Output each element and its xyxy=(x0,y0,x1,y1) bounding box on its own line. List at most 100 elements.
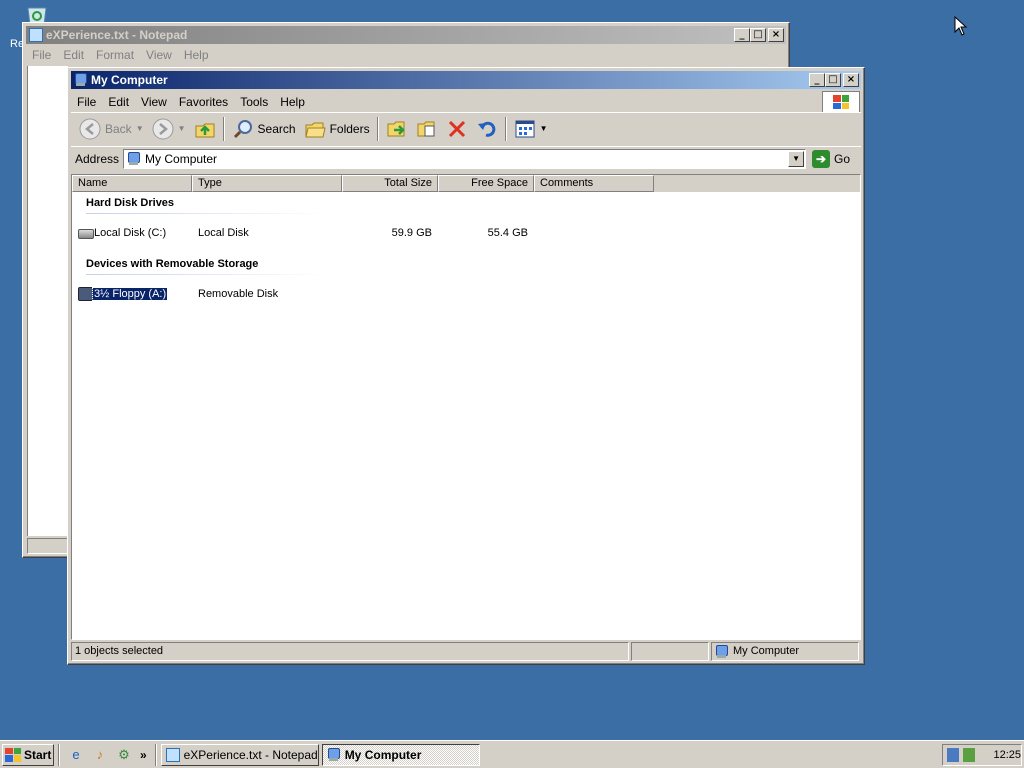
internet-explorer-icon[interactable]: e xyxy=(67,746,85,764)
menu-tools[interactable]: Tools xyxy=(234,95,274,109)
search-label: Search xyxy=(257,121,296,136)
up-folder-icon xyxy=(194,118,216,140)
start-label: Start xyxy=(24,747,52,762)
column-type[interactable]: Type xyxy=(192,175,342,192)
menu-favorites[interactable]: Favorites xyxy=(173,95,234,109)
utility-icon[interactable]: ⚙ xyxy=(115,746,133,764)
delete-button[interactable] xyxy=(442,116,472,142)
floppy-icon xyxy=(78,287,94,301)
file-list-view[interactable]: Name Type Total Size Free Space Comments… xyxy=(71,174,861,640)
address-input[interactable]: My Computer ▼ xyxy=(123,148,807,169)
address-dropdown-icon[interactable]: ▼ xyxy=(788,150,805,167)
status-selection: 1 objects selected xyxy=(71,642,629,661)
explorer-menubar: File Edit View Favorites Tools Help xyxy=(71,92,861,112)
column-free-space[interactable]: Free Space xyxy=(438,175,534,192)
forward-dropdown-icon[interactable]: ▼ xyxy=(178,124,186,133)
column-name[interactable]: Name xyxy=(72,175,192,192)
go-label: Go xyxy=(834,151,851,166)
address-computer-icon xyxy=(127,151,141,166)
forward-button[interactable]: ▼ xyxy=(148,116,190,142)
list-item[interactable]: Local Disk (C:) Local Disk 59.9 GB 55.4 … xyxy=(76,225,860,243)
explorer-window: My Computer _ □ × File Edit View Favorit… xyxy=(67,67,865,665)
my-computer-task-icon xyxy=(327,747,341,762)
views-icon xyxy=(514,118,536,140)
delete-icon xyxy=(446,118,468,140)
media-player-icon[interactable]: ♪ xyxy=(91,746,109,764)
notepad-task-icon xyxy=(165,747,180,762)
group-header-removable: Devices with Removable Storage xyxy=(86,258,259,270)
status-blank xyxy=(631,642,709,661)
copy-to-button[interactable] xyxy=(412,116,442,142)
address-label: Address xyxy=(75,151,120,166)
notepad-minimize-button[interactable]: _ xyxy=(734,28,750,42)
notepad-icon xyxy=(29,28,43,42)
go-arrow-icon: ➔ xyxy=(812,149,831,168)
menu-file[interactable]: File xyxy=(71,95,102,109)
notepad-close-button[interactable]: × xyxy=(768,28,784,42)
windows-flag-icon xyxy=(5,747,21,762)
column-headers: Name Type Total Size Free Space Comments xyxy=(72,175,860,192)
clock[interactable]: 12:25 xyxy=(993,749,1021,761)
forward-arrow-icon xyxy=(152,118,174,140)
task-button-my-computer[interactable]: My Computer xyxy=(321,743,480,766)
views-dropdown-icon[interactable]: ▼ xyxy=(540,124,548,133)
item-type: Removable Disk xyxy=(198,288,279,300)
move-to-icon xyxy=(386,118,408,140)
explorer-minimize-button[interactable]: _ xyxy=(809,73,825,87)
up-folder-button[interactable] xyxy=(190,116,220,142)
taskbar: Start e ♪ ⚙ » eXPerience.txt - Notepad M… xyxy=(0,740,1024,768)
explorer-titlebar[interactable]: My Computer _ □ × xyxy=(71,71,861,89)
menu-help[interactable]: Help xyxy=(274,95,311,109)
explorer-close-button[interactable]: × xyxy=(843,73,859,87)
folders-icon xyxy=(304,118,326,140)
back-dropdown-icon[interactable]: ▼ xyxy=(136,124,144,133)
column-comments[interactable]: Comments xyxy=(534,175,654,192)
folders-label: Folders xyxy=(329,121,370,136)
item-type: Local Disk xyxy=(198,227,249,239)
menu-view[interactable]: View xyxy=(135,95,173,109)
task-button-notepad[interactable]: eXPerience.txt - Notepad xyxy=(160,743,319,766)
group-divider xyxy=(86,213,326,214)
status-location-label: My Computer xyxy=(733,645,800,657)
group-divider xyxy=(86,274,326,275)
network-icon[interactable] xyxy=(947,748,960,762)
notepad-menu-edit[interactable]: Edit xyxy=(57,48,90,62)
column-total-size[interactable]: Total Size xyxy=(342,175,438,192)
notepad-menu-file[interactable]: File xyxy=(26,48,57,62)
update-icon[interactable] xyxy=(963,748,976,762)
task-label: eXPerience.txt - Notepad xyxy=(183,747,318,762)
windows-logo-icon xyxy=(822,91,860,113)
notepad-maximize-button[interactable]: □ xyxy=(750,28,766,42)
status-location: My Computer xyxy=(711,642,859,661)
address-value: My Computer xyxy=(145,151,218,166)
folders-button[interactable]: Folders xyxy=(300,116,374,142)
notepad-title: eXPerience.txt - Notepad xyxy=(46,28,188,42)
notepad-statusbar xyxy=(27,538,68,554)
undo-button[interactable] xyxy=(472,116,502,142)
item-total-size: 59.9 GB xyxy=(391,227,432,239)
undo-icon xyxy=(476,118,498,140)
explorer-maximize-button[interactable]: □ xyxy=(825,73,841,87)
back-label: Back xyxy=(105,121,132,136)
status-computer-icon xyxy=(715,644,729,659)
quick-launch-chevron-icon[interactable]: » xyxy=(140,748,147,762)
back-button[interactable]: Back ▼ xyxy=(75,116,148,142)
list-item[interactable]: 3½ Floppy (A:) Removable Disk xyxy=(76,286,860,304)
explorer-title: My Computer xyxy=(91,73,168,87)
start-button[interactable]: Start xyxy=(2,743,54,766)
move-to-button[interactable] xyxy=(382,116,412,142)
search-icon xyxy=(232,118,254,140)
views-button[interactable]: ▼ xyxy=(510,116,552,142)
item-name: Local Disk (C:) xyxy=(94,227,167,239)
go-button[interactable]: ➔ Go xyxy=(812,149,851,168)
notepad-menu-help[interactable]: Help xyxy=(178,48,215,62)
search-button[interactable]: Search xyxy=(228,116,300,142)
menu-edit[interactable]: Edit xyxy=(102,95,135,109)
item-name: 3½ Floppy (A:) xyxy=(91,287,169,301)
back-arrow-icon xyxy=(79,118,101,140)
item-free-space: 55.4 GB xyxy=(487,227,528,239)
notepad-menu-format[interactable]: Format xyxy=(90,48,140,62)
notepad-menu-view[interactable]: View xyxy=(140,48,178,62)
notepad-titlebar[interactable]: eXPerience.txt - Notepad _ □ × xyxy=(26,26,786,44)
notepad-text-area[interactable] xyxy=(27,66,68,536)
